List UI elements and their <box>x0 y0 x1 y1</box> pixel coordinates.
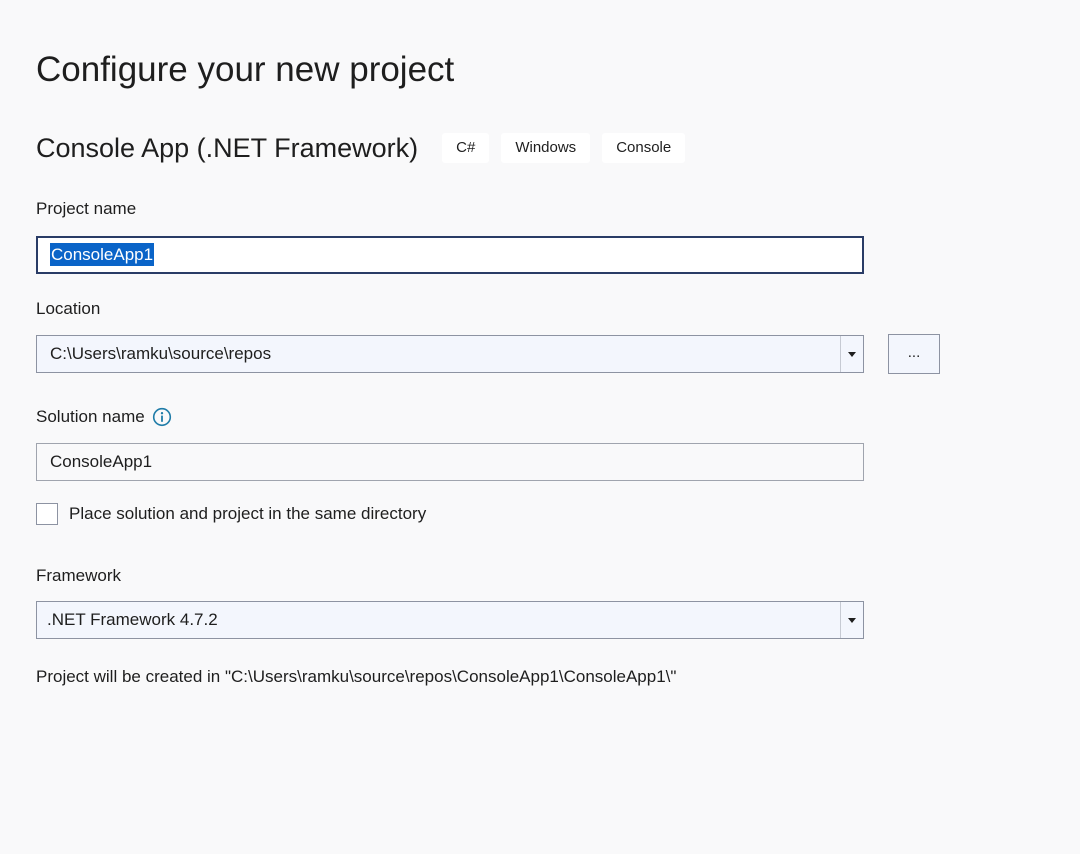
chevron-down-icon <box>848 351 856 357</box>
location-combobox[interactable]: C:\Users\ramku\source\repos <box>36 335 864 373</box>
framework-dropdown-button[interactable] <box>840 602 863 638</box>
tag-language: C# <box>442 133 490 163</box>
project-location-note: Project will be created in "C:\Users\ram… <box>36 667 677 686</box>
solution-name-input[interactable]: ConsoleApp1 <box>36 443 864 481</box>
framework-value: .NET Framework 4.7.2 <box>47 610 218 629</box>
template-header: Console App (.NET Framework) C# Windows … <box>36 128 697 168</box>
location-label-text: Location <box>36 299 101 318</box>
solution-name-label-text: Solution name <box>36 407 145 426</box>
project-name-label-text: Project name <box>36 199 137 218</box>
chevron-down-icon <box>848 617 856 623</box>
solution-name-value: ConsoleApp1 <box>50 452 153 471</box>
project-name-value: ConsoleApp1 <box>50 243 155 266</box>
framework-label-text: Framework <box>36 566 122 585</box>
same-directory-checkbox[interactable] <box>36 503 58 525</box>
same-directory-label[interactable]: Place solution and project in the same d… <box>69 503 426 525</box>
tag-project-type: Console <box>602 133 686 163</box>
solution-name-label: Solution name <box>36 406 172 428</box>
configure-project-page: Configure your new project Console App (… <box>0 0 1080 854</box>
location-dropdown-button[interactable] <box>840 336 863 372</box>
project-name-input[interactable]: ConsoleApp1 <box>36 236 864 274</box>
location-label: Location <box>36 298 100 320</box>
browse-location-button[interactable]: ... <box>888 334 940 374</box>
template-name: Console App (.NET Framework) <box>36 133 419 163</box>
same-directory-option[interactable]: Place solution and project in the same d… <box>36 503 426 525</box>
location-value: C:\Users\ramku\source\repos <box>50 344 272 363</box>
framework-label: Framework <box>36 565 121 587</box>
info-icon[interactable] <box>152 407 172 427</box>
page-title: Configure your new project <box>36 50 455 89</box>
project-name-label: Project name <box>36 198 136 220</box>
tag-platform: Windows <box>501 133 591 163</box>
framework-combobox[interactable]: .NET Framework 4.7.2 <box>36 601 864 639</box>
